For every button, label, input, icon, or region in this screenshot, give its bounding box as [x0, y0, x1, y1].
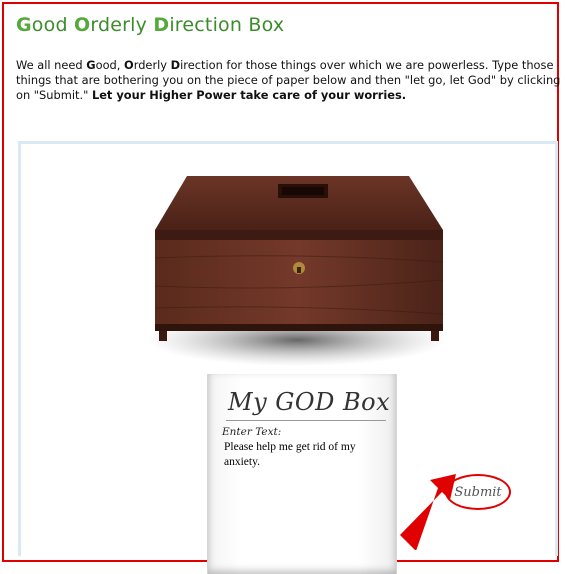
god-box-stage: My GOD Box Enter Text: Please help me ge… [18, 141, 558, 574]
intro-text-3: rderly [133, 58, 171, 72]
page-title: Good Orderly Direction Box [16, 14, 284, 36]
submit-button[interactable]: Submit [445, 474, 511, 510]
submit-label: Submit [454, 484, 502, 500]
title-word-rderly: rderly [90, 14, 154, 36]
title-cap-o: O [73, 14, 91, 36]
god-box-panel: Good Orderly Direction Box We all need G… [2, 2, 560, 574]
title-word-ood: ood [31, 14, 74, 36]
paper-divider [226, 420, 386, 421]
title-cap-d: D [153, 14, 170, 36]
title-cap-g: G [16, 14, 32, 36]
intro-paragraph: We all need Good, Orderly Direction for … [16, 58, 564, 103]
paper-title: My GOD Box [228, 388, 391, 416]
wooden-box-icon [147, 176, 447, 366]
intro-text-2: ood, [95, 58, 125, 72]
intro-bold-o: O [124, 58, 134, 72]
intro-bold-d: D [170, 58, 181, 72]
intro-bold-g: G [86, 58, 96, 72]
worry-text-input[interactable]: Please help me get rid of my anxiety. [224, 440, 384, 510]
intro-emphasis: Let your Higher Power take care of your … [91, 88, 407, 102]
enter-text-label: Enter Text: [222, 426, 282, 438]
paper-note: My GOD Box Enter Text: Please help me ge… [207, 374, 397, 574]
intro-text-1: We all need [16, 58, 87, 72]
title-word-irection-box: irection Box [169, 14, 285, 36]
